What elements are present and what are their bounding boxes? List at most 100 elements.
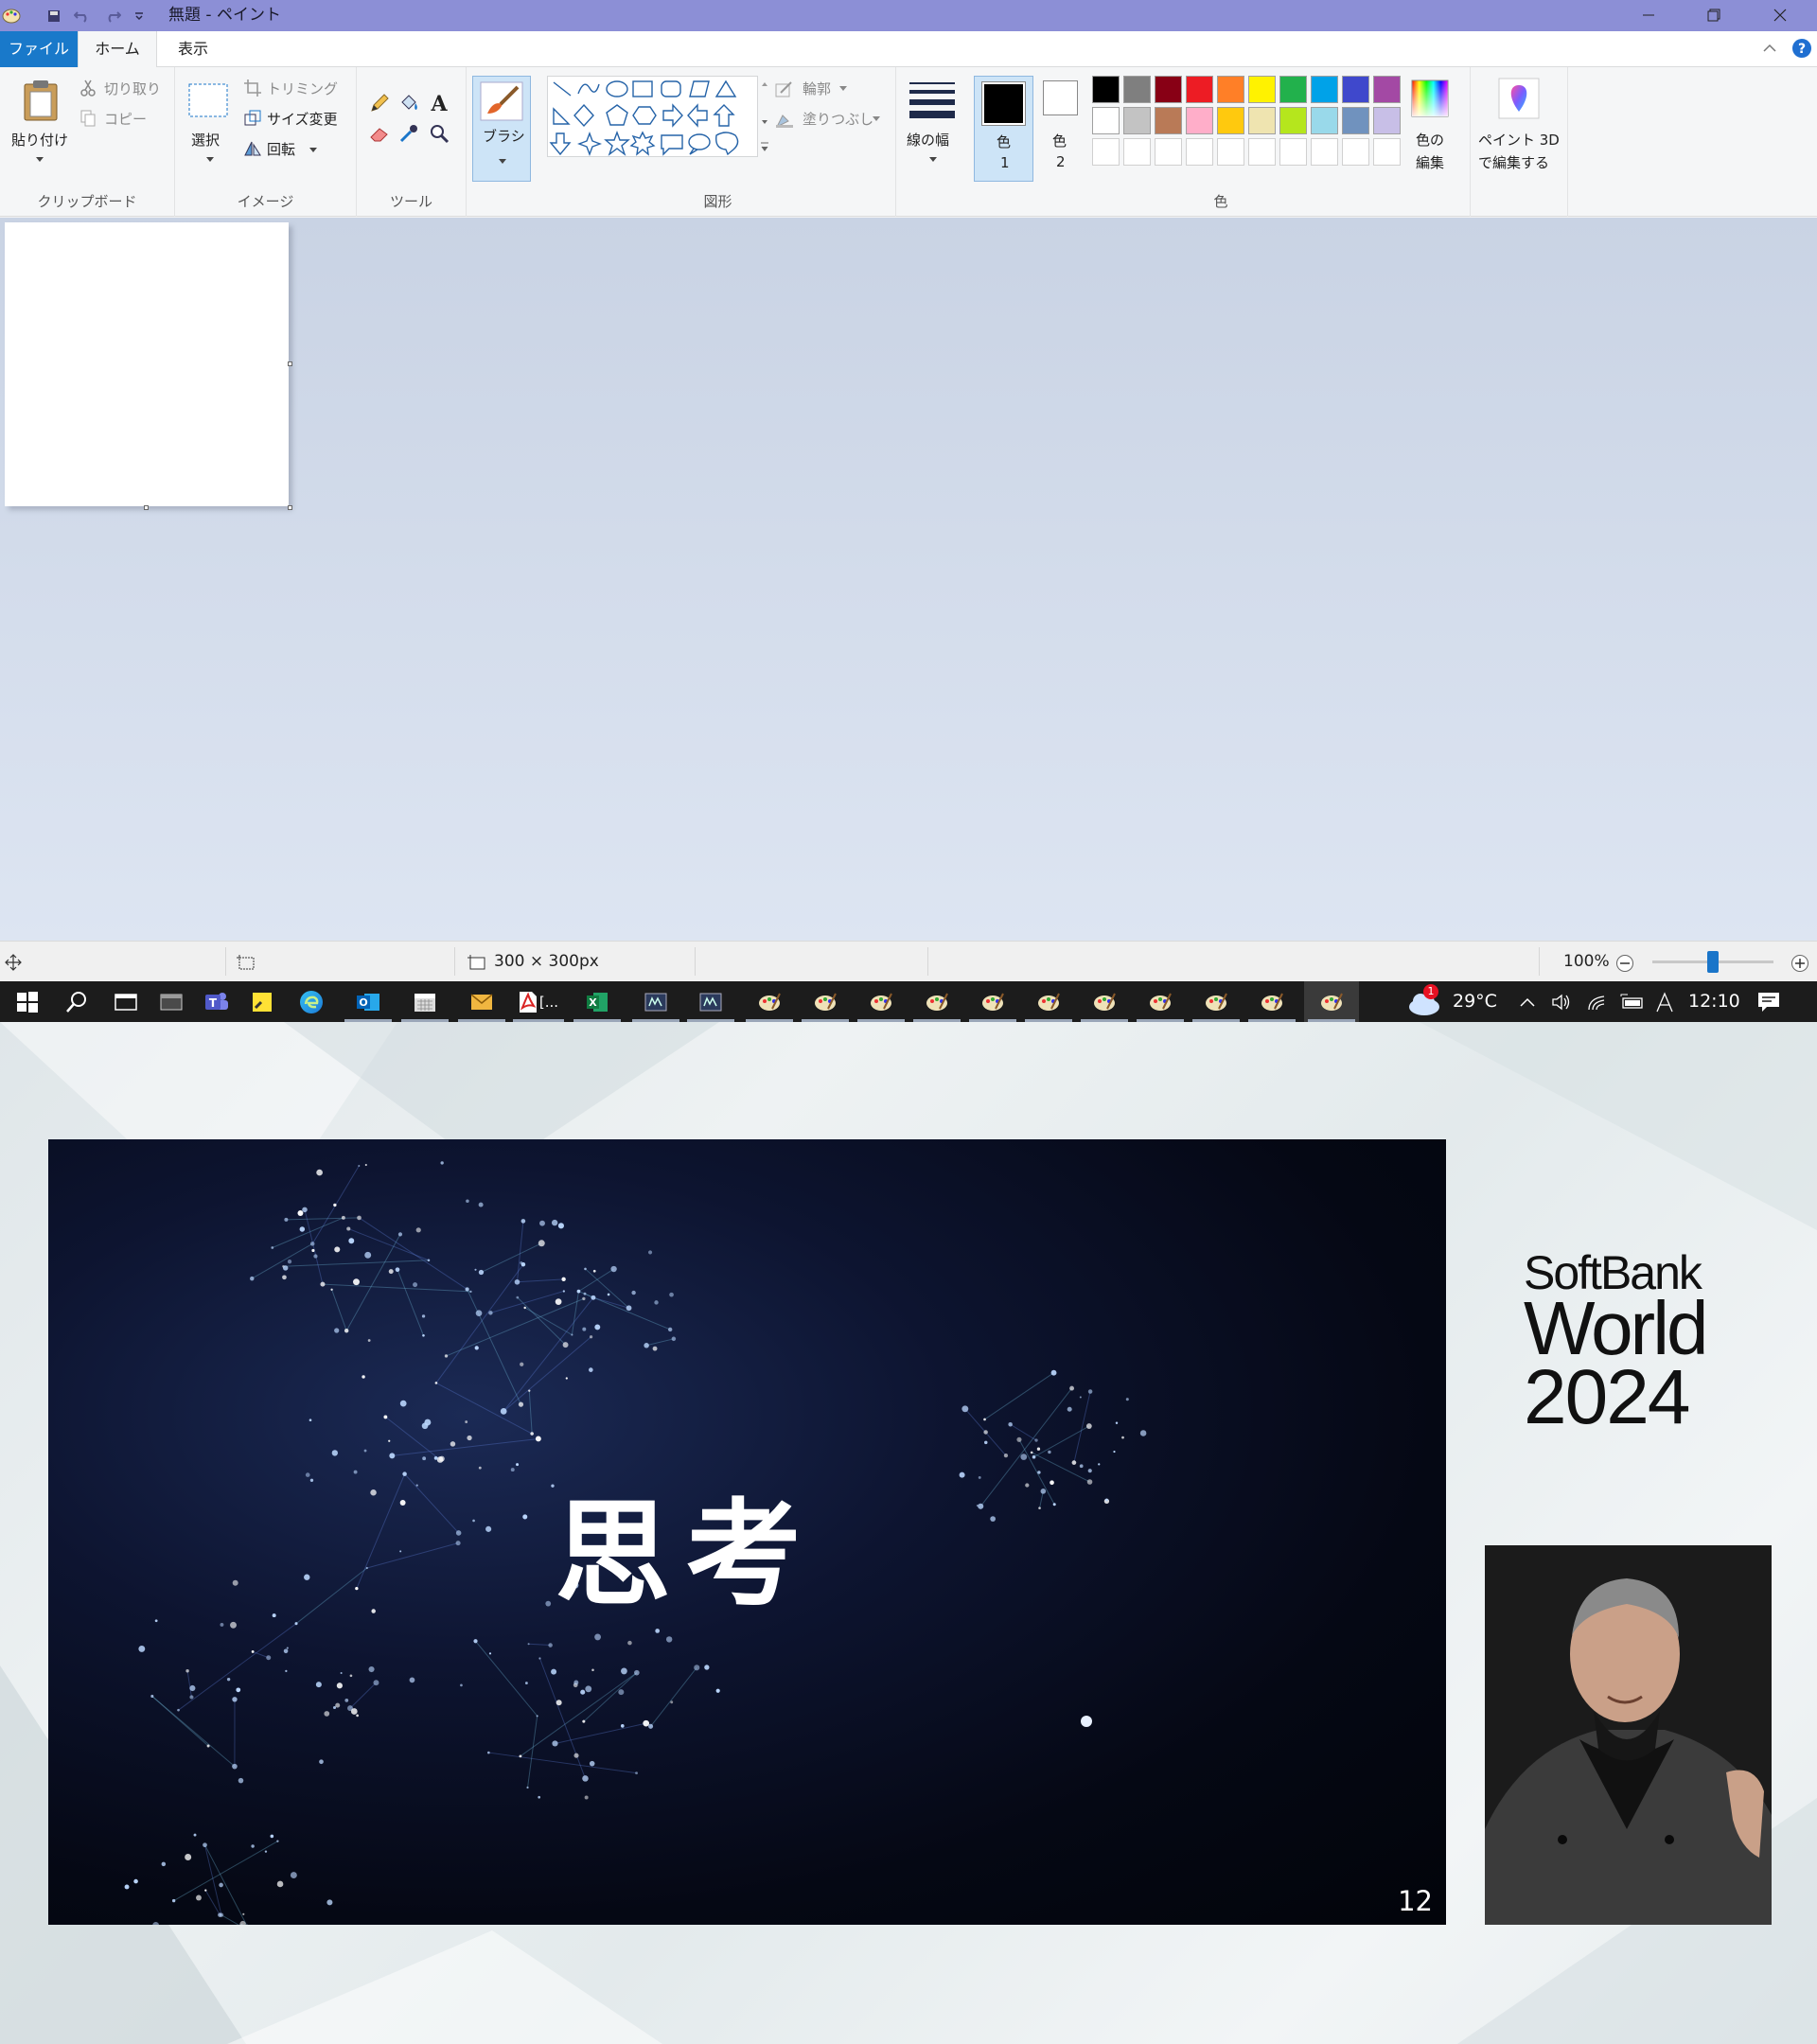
taskbar-app-pdf[interactable]: [... <box>509 981 568 1022</box>
input-method-icon[interactable] <box>1654 991 1675 1013</box>
clock-text[interactable]: 12:10 <box>1688 981 1740 1022</box>
minimize-button[interactable] <box>1616 0 1681 31</box>
resize-handle-right[interactable] <box>288 361 292 366</box>
show-hidden-icons-icon[interactable] <box>1518 993 1537 1012</box>
shapes-scroll-icon[interactable] <box>759 77 770 156</box>
taskbar-app-paint-10[interactable] <box>1244 981 1299 1022</box>
palette-swatch[interactable] <box>1155 107 1182 134</box>
color-picker-icon[interactable] <box>397 122 420 145</box>
palette-swatch[interactable] <box>1186 76 1213 103</box>
select-dropdown-icon[interactable] <box>204 154 216 166</box>
temperature-text[interactable]: 29°C <box>1453 981 1497 1022</box>
zoom-slider-thumb[interactable] <box>1707 951 1719 973</box>
resize-button[interactable]: サイズ変更 <box>267 109 338 129</box>
search-button[interactable] <box>49 981 104 1022</box>
rotate-icon[interactable] <box>243 139 262 158</box>
custom-color-slot[interactable] <box>1311 138 1338 166</box>
paint-app-icon[interactable] <box>2 0 23 31</box>
start-button[interactable] <box>0 981 55 1022</box>
close-button[interactable] <box>1748 0 1812 31</box>
palette-swatch[interactable] <box>1155 76 1182 103</box>
cut-icon[interactable] <box>79 79 97 97</box>
resize-handle-bottom[interactable] <box>144 505 149 510</box>
custom-color-slot[interactable] <box>1186 138 1213 166</box>
palette-swatch[interactable] <box>1342 76 1369 103</box>
palette-swatch[interactable] <box>1186 107 1213 134</box>
shapes-gallery[interactable] <box>547 76 758 157</box>
palette-swatch[interactable] <box>1311 76 1338 103</box>
redo-icon[interactable] <box>104 0 123 31</box>
taskbar-app-paint-1[interactable] <box>742 981 797 1022</box>
paint3d-icon[interactable] <box>1497 77 1541 120</box>
custom-color-slot[interactable] <box>1155 138 1182 166</box>
taskbar-app-paint-3[interactable] <box>854 981 908 1022</box>
palette-swatch[interactable] <box>1279 76 1307 103</box>
palette-swatch[interactable] <box>1123 76 1151 103</box>
taskbar-app-mail[interactable] <box>454 981 509 1022</box>
taskbar-app-outlook[interactable]: O <box>341 981 396 1022</box>
drawing-canvas[interactable] <box>5 222 289 506</box>
fill-dropdown-icon[interactable] <box>872 115 881 124</box>
custom-color-slot[interactable] <box>1092 138 1120 166</box>
palette-swatch[interactable] <box>1279 107 1307 134</box>
select-button[interactable]: 選択 <box>191 130 220 150</box>
cut-button[interactable]: 切り取り <box>104 79 161 98</box>
palette-swatch[interactable] <box>1217 76 1244 103</box>
help-icon[interactable]: ? <box>1791 38 1812 59</box>
palette-swatch[interactable] <box>1248 107 1276 134</box>
copy-icon[interactable] <box>79 109 97 128</box>
line-width-button[interactable]: 線の幅 <box>907 130 949 150</box>
line-width-icon[interactable] <box>906 79 959 122</box>
fill-button[interactable]: 塗りつぶし <box>803 109 873 129</box>
taskbar-app-edge[interactable] <box>284 981 339 1022</box>
taskbar-app-excel[interactable]: X <box>570 981 625 1022</box>
taskbar-app-paint-5[interactable] <box>965 981 1020 1022</box>
resize-handle-corner[interactable] <box>288 505 292 510</box>
custom-color-slot[interactable] <box>1123 138 1151 166</box>
volume-icon[interactable] <box>1550 991 1573 1013</box>
crop-button[interactable]: トリミング <box>267 79 338 98</box>
brush-button[interactable]: ブラシ <box>472 76 531 182</box>
magnifier-icon[interactable] <box>428 122 450 145</box>
zoom-out-icon[interactable] <box>1614 953 1635 974</box>
restore-button[interactable] <box>1682 0 1746 31</box>
undo-icon[interactable] <box>74 0 93 31</box>
palette-swatch[interactable] <box>1092 76 1120 103</box>
zoom-slider-track[interactable] <box>1652 951 1773 973</box>
palette-swatch[interactable] <box>1373 107 1401 134</box>
edit-colors-button[interactable]: 色の <box>1416 130 1444 150</box>
custom-color-slot[interactable] <box>1279 138 1307 166</box>
custom-color-slot[interactable] <box>1373 138 1401 166</box>
outline-button[interactable]: 輪郭 <box>803 79 831 98</box>
text-icon[interactable]: A <box>428 92 450 115</box>
outline-icon[interactable] <box>774 80 795 99</box>
custom-color-slot[interactable] <box>1342 138 1369 166</box>
tab-file[interactable]: ファイル <box>0 31 78 67</box>
fill-icon[interactable] <box>774 111 795 130</box>
outline-dropdown-icon[interactable] <box>838 84 848 94</box>
customize-toolbar-icon[interactable] <box>134 0 148 31</box>
taskbar-app-paint-4[interactable] <box>909 981 964 1022</box>
line-width-dropdown-icon[interactable] <box>927 154 939 166</box>
zoom-in-icon[interactable] <box>1790 953 1810 974</box>
palette-swatch[interactable] <box>1373 76 1401 103</box>
palette-swatch[interactable] <box>1092 107 1120 134</box>
canvas-area[interactable] <box>0 218 1817 941</box>
crop-icon[interactable] <box>243 79 262 97</box>
palette-swatch[interactable] <box>1248 76 1276 103</box>
battery-icon[interactable] <box>1620 991 1645 1013</box>
palette-swatch[interactable] <box>1217 107 1244 134</box>
copy-button[interactable]: コピー <box>104 109 147 129</box>
select-icon[interactable] <box>187 81 229 119</box>
palette-swatch[interactable] <box>1123 107 1151 134</box>
color2-swatch[interactable] <box>1043 80 1078 115</box>
custom-color-slot[interactable] <box>1217 138 1244 166</box>
edit-colors-icon[interactable] <box>1410 79 1450 118</box>
taskbar-app-sticky-notes[interactable] <box>235 981 290 1022</box>
taskbar-app-paint-8[interactable] <box>1133 981 1188 1022</box>
taskbar-app-paint-active[interactable] <box>1304 981 1359 1022</box>
taskbar-app-media-1[interactable] <box>628 981 683 1022</box>
taskbar-app-paint-2[interactable] <box>798 981 853 1022</box>
rotate-dropdown-icon[interactable] <box>308 145 319 156</box>
taskbar-app-media-2[interactable] <box>683 981 738 1022</box>
